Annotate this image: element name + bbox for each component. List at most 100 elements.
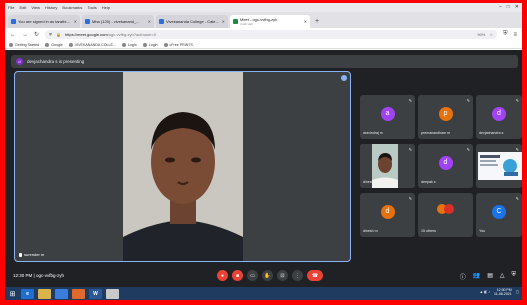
mic-toggle-button[interactable]: ●: [217, 270, 228, 281]
bookmark-icon: [68, 42, 73, 47]
minimize-icon[interactable]: –: [499, 4, 502, 10]
raise-hand-button[interactable]: ✋: [262, 270, 273, 281]
tab-signed-in[interactable]: You are signed in as tarathia... ✕: [8, 15, 80, 28]
captions-button[interactable]: ▭: [247, 270, 258, 281]
bookmarks-bar: Getting Started Google VIVEKANANDA COLLE…: [5, 41, 522, 49]
bookmark-item[interactable]: cFree PRINTS: [163, 42, 193, 47]
google-icon: [45, 42, 50, 47]
self-tile[interactable]: ✎ C You: [476, 193, 522, 237]
security-icon[interactable]: ⛨: [511, 272, 516, 281]
file-explorer-icon[interactable]: [38, 288, 51, 299]
mic-off-icon: ✎: [466, 147, 470, 152]
bookmark-item[interactable]: Getting Started: [9, 42, 39, 47]
close-tab-icon[interactable]: ✕: [222, 19, 225, 24]
back-icon[interactable]: ←: [10, 32, 16, 38]
participant-name: devjachandra s: [479, 131, 504, 135]
participant-tile-screen[interactable]: ✎: [476, 144, 522, 188]
leave-call-button[interactable]: ☎: [307, 270, 323, 281]
people-icon[interactable]: 👥: [473, 272, 480, 281]
bookmark-item[interactable]: Login: [121, 42, 137, 47]
tray-date: 11-08-2021: [494, 292, 512, 296]
forward-icon[interactable]: →: [22, 32, 28, 38]
participant-name: deepak s: [421, 180, 436, 184]
mic-off-icon: ✎: [466, 98, 470, 103]
start-icon[interactable]: ⊞: [8, 289, 17, 298]
browser-navbar: ← → ↻ ⛨ 🔒 https://meet.google.com/ogc-vv…: [5, 28, 522, 41]
participant-tile[interactable]: ✎ d dinesh m: [360, 193, 415, 237]
more-options-button[interactable]: ⋮: [292, 270, 303, 281]
participant-avatar: d: [492, 106, 506, 121]
menu-icon[interactable]: ≡: [513, 32, 517, 38]
notification-icon[interactable]: ▢: [516, 290, 519, 294]
bookmark-icon: [121, 42, 126, 47]
mic-off-icon: ✎: [408, 147, 412, 152]
present-button[interactable]: ⊡: [277, 270, 288, 281]
participant-avatar: p: [438, 106, 453, 121]
tab-college[interactable]: Vivekananda College - Calen... ✕: [156, 15, 228, 28]
media-player-icon[interactable]: [55, 288, 68, 299]
close-tab-icon[interactable]: ✕: [74, 19, 77, 24]
menu-tools[interactable]: Tools: [87, 5, 96, 10]
reload-icon[interactable]: ↻: [34, 31, 39, 38]
menu-bookmarks[interactable]: Bookmarks: [62, 5, 82, 10]
tab-label: Mba (125) - vivekanand_...: [92, 19, 140, 24]
mic-off-icon: ✎: [408, 196, 412, 201]
close-icon[interactable]: ✕: [515, 4, 519, 10]
ie-icon[interactable]: e: [21, 288, 34, 299]
tray-clock[interactable]: 12:30 PM 11-08-2021: [494, 288, 512, 296]
maximize-icon[interactable]: □: [507, 4, 510, 10]
camera-toggle-button[interactable]: ■: [232, 270, 243, 281]
bookmark-label: Google: [51, 42, 63, 47]
participant-tile[interactable]: ✎ p premanandham m: [418, 95, 473, 139]
word-icon[interactable]: W: [89, 288, 102, 299]
participant-tile-video[interactable]: ✎ dinesh: [360, 144, 415, 188]
menu-view[interactable]: View: [31, 5, 40, 10]
main-speaker-tile[interactable]: surender m: [14, 71, 351, 262]
tab-mail[interactable]: Mba (125) - vivekanand_... ✕: [82, 15, 154, 28]
tab-meet[interactable]: Meet - ogc-vvfbg-zyh 4 tab visit ✕: [230, 15, 310, 28]
menu-edit[interactable]: Edit: [19, 5, 26, 10]
menu-history[interactable]: History: [45, 5, 57, 10]
speaker-figure: [123, 72, 243, 261]
close-tab-icon[interactable]: ✕: [304, 19, 307, 24]
url-host: https://meet.google.com: [65, 32, 108, 37]
tray-icons: ▲ ◧ ♪: [479, 290, 491, 294]
url-bar[interactable]: ⛨ 🔒 https://meet.google.com/ogc-vvfbg-zy…: [45, 30, 497, 39]
participant-tile[interactable]: ✎ d deepak s: [418, 144, 473, 188]
menu-file[interactable]: File: [8, 5, 14, 10]
participant-avatar: d: [380, 204, 395, 219]
url-path: /ogc-vvfbg-zyh?authuser=0: [107, 32, 157, 37]
participant-name: aravindraj m: [363, 131, 383, 135]
bookmark-item[interactable]: VIVEKANANDA COLLE...: [68, 42, 116, 47]
zoom-level[interactable]: 90%: [477, 32, 485, 37]
meeting-code: ogc-vvfbg-zyh: [35, 273, 64, 278]
star-icon[interactable]: ☆: [489, 32, 493, 37]
mic-icon: [19, 252, 22, 257]
system-tray: ▲ ◧ ♪ 12:30 PM 11-08-2021 ▢: [480, 288, 519, 296]
others-tile[interactable]: 15 others: [418, 193, 473, 237]
bookmark-icon: [142, 42, 147, 47]
info-icon[interactable]: ⓘ: [460, 272, 466, 281]
chat-icon[interactable]: ▤: [487, 272, 493, 281]
screen-frame: File Edit View History Bookmarks Tools H…: [5, 3, 522, 300]
tab-favicon-icon: [85, 19, 90, 24]
app-icon[interactable]: [106, 288, 119, 299]
close-tab-icon[interactable]: ✕: [148, 19, 151, 24]
presenting-banner: d devjachandra s is presenting: [11, 55, 518, 68]
browser-tabs: You are signed in as tarathia... ✕ Mba (…: [5, 12, 522, 28]
activities-icon[interactable]: △: [500, 272, 505, 281]
shield-toolbar-icon[interactable]: ⛨: [503, 31, 508, 38]
participant-avatar: a: [380, 106, 395, 121]
pin-icon[interactable]: [341, 75, 347, 81]
bookmark-item[interactable]: Google: [45, 42, 63, 47]
new-tab-button[interactable]: +: [315, 18, 319, 25]
firefox-icon[interactable]: [72, 288, 85, 299]
mic-off-icon: ✎: [515, 98, 519, 103]
participant-tile[interactable]: ✎ d devjachandra s: [476, 95, 522, 139]
menu-help[interactable]: Help: [102, 5, 110, 10]
speaker-name-label: surender m: [19, 252, 44, 257]
participant-name: premanandham m: [421, 131, 451, 135]
participant-tile[interactable]: ✎ a aravindraj m: [360, 95, 415, 139]
speaker-video: [123, 72, 243, 261]
bookmark-item[interactable]: Login: [142, 42, 158, 47]
